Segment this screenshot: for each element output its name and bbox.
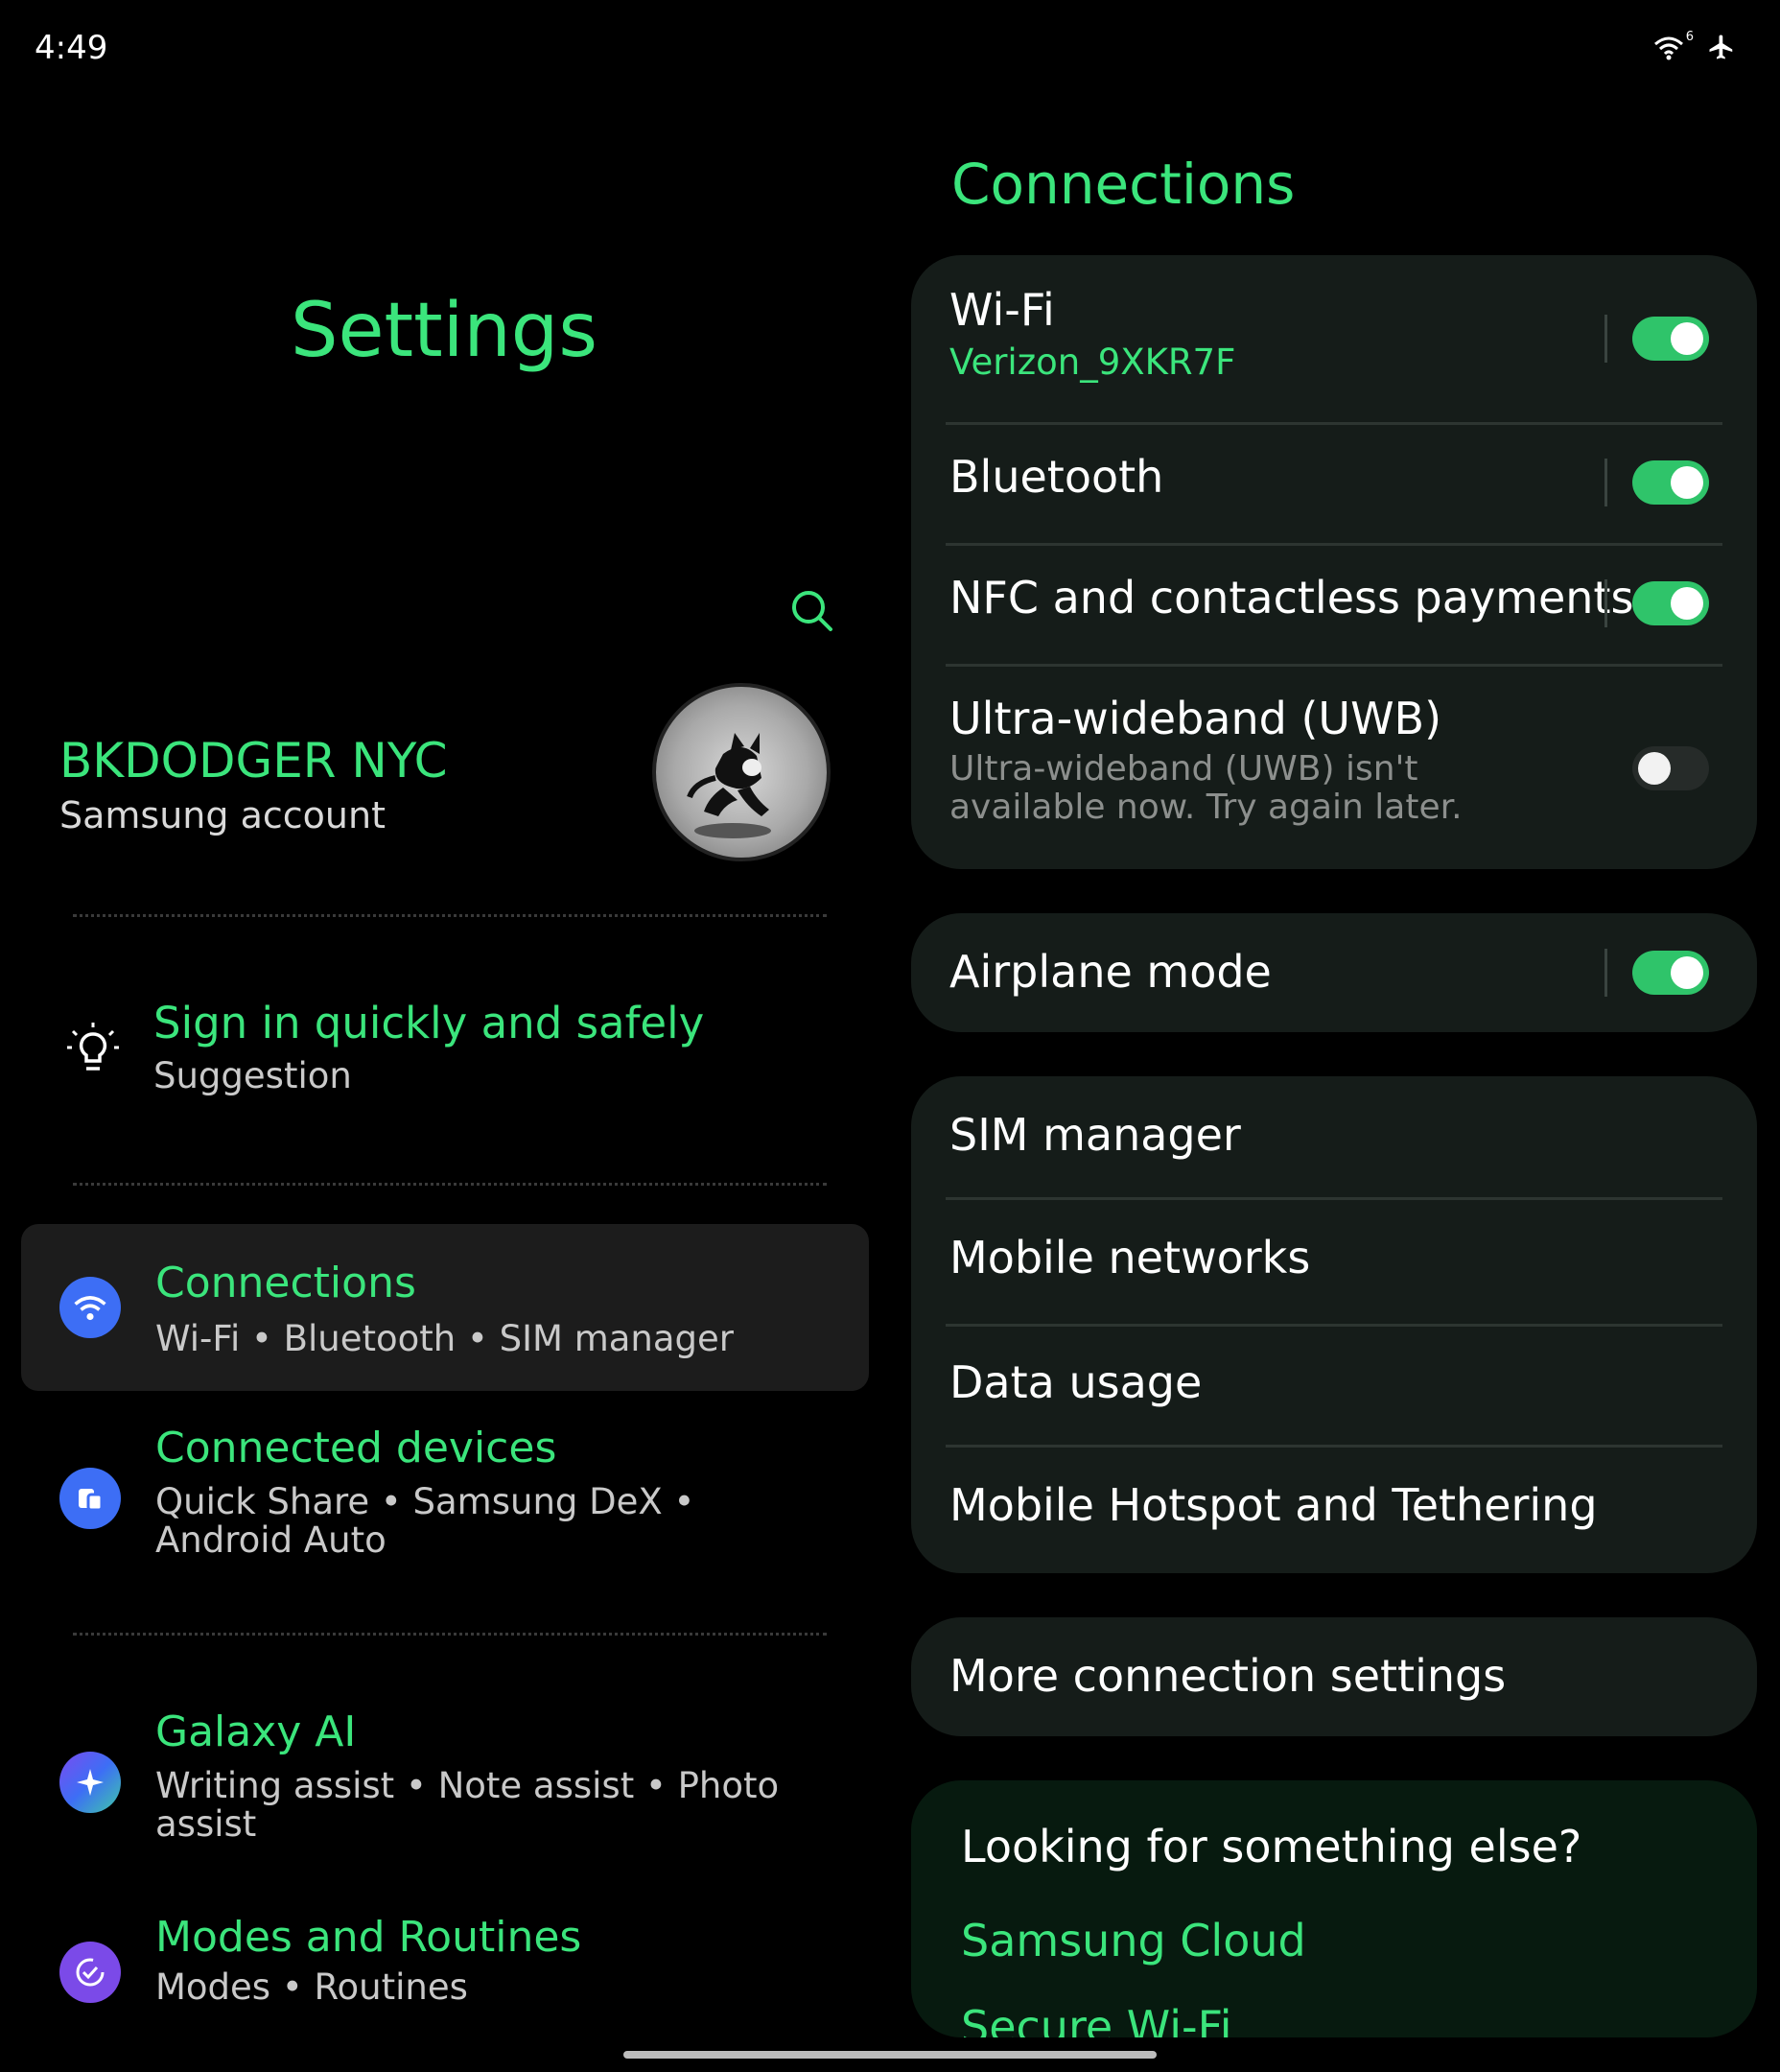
search-button[interactable] — [786, 585, 838, 637]
divider — [946, 664, 1722, 667]
data-usage-label: Data usage — [949, 1356, 1203, 1408]
status-time: 4:49 — [35, 29, 108, 67]
search-icon — [792, 591, 832, 631]
divider — [946, 1445, 1722, 1448]
bluetooth-row[interactable]: Bluetooth — [949, 451, 1719, 503]
menu-item-galaxy-ai[interactable]: Galaxy AI Writing assist • Note assist •… — [21, 1707, 869, 1851]
hotspot-label: Mobile Hotspot and Tethering — [949, 1479, 1598, 1531]
airplane-card[interactable]: Airplane mode — [911, 913, 1757, 1032]
account-subtitle: Samsung account — [59, 794, 386, 836]
divider — [946, 543, 1722, 546]
hotspot-row[interactable]: Mobile Hotspot and Tethering — [949, 1479, 1719, 1531]
uwb-row: Ultra-wideband (UWB) Ultra-wideband (UWB… — [949, 693, 1546, 827]
mobile-networks-label: Mobile networks — [949, 1232, 1311, 1283]
sparkle-icon — [59, 1752, 121, 1813]
cat-avatar-icon — [687, 733, 771, 838]
check-circle-icon — [59, 1942, 121, 2003]
more-connection-settings-label: More connection settings — [949, 1650, 1507, 1702]
divider — [73, 1633, 827, 1636]
suggestion-title[interactable]: Sign in quickly and safely — [153, 998, 704, 1048]
wifi-toggle[interactable] — [1632, 317, 1709, 361]
connections-toggles-card: Wi-Fi Verizon_9XKR7F Bluetooth NFC and c… — [911, 255, 1757, 869]
samsung-cloud-link[interactable]: Samsung Cloud — [961, 1915, 1306, 1966]
mobile-networks-row: Mobile networks — [949, 1232, 1719, 1283]
connected-devices-icon — [59, 1468, 121, 1529]
row-separator — [1604, 315, 1607, 363]
menu-item-subtitle: Writing assist • Note assist • Photo ass… — [155, 1765, 780, 1845]
bluetooth-toggle[interactable] — [1632, 460, 1709, 505]
status-icons: 6 — [1653, 30, 1736, 65]
divider — [946, 1324, 1722, 1327]
airplane-status-icon — [1707, 33, 1736, 65]
row-separator — [1604, 459, 1607, 506]
airplane-toggle[interactable] — [1632, 951, 1709, 995]
divider — [946, 1197, 1722, 1200]
nfc-label: NFC and contactless payments — [949, 572, 1634, 624]
more-connection-settings-row[interactable]: More connection settings — [949, 1650, 1719, 1702]
menu-item-subtitle: Quick Share • Samsung DeX • Android Auto — [155, 1481, 695, 1561]
bluetooth-label: Bluetooth — [949, 451, 1164, 503]
wifi-status-icon: 6 — [1653, 30, 1694, 62]
looking-card: Looking for something else? Samsung Clou… — [911, 1780, 1757, 2037]
wifi-row[interactable]: Wi-Fi Verizon_9XKR7F — [949, 284, 1719, 418]
divider — [946, 422, 1722, 425]
sim-manager-row[interactable]: SIM manager — [949, 1109, 1719, 1161]
wifi-network-name: Verizon_9XKR7F — [949, 341, 1236, 383]
looking-title: Looking for something else? — [961, 1821, 1582, 1872]
data-usage-row[interactable]: Data usage — [949, 1356, 1719, 1408]
nfc-row[interactable]: NFC and contactless payments — [949, 572, 1719, 624]
sim-card: SIM manager Mobile networks Data usage M… — [911, 1076, 1757, 1573]
menu-item-modes-routines[interactable]: Modes and Routines Modes • Routines — [21, 1913, 869, 2028]
avatar[interactable] — [652, 683, 831, 861]
wifi-icon — [59, 1277, 121, 1338]
more-connection-settings-card[interactable]: More connection settings — [911, 1617, 1757, 1736]
uwb-toggle — [1632, 746, 1709, 790]
nfc-toggle[interactable] — [1632, 581, 1709, 625]
menu-item-title: Connected devices — [155, 1424, 557, 1472]
airplane-row[interactable]: Airplane mode — [949, 946, 1719, 998]
row-separator — [1604, 579, 1607, 627]
menu-item-connected-devices[interactable]: Connected devices Quick Share • Samsung … — [21, 1424, 869, 1567]
account-name[interactable]: BKDODGER NYC — [59, 733, 448, 789]
suggestion-subtitle: Suggestion — [153, 1055, 352, 1096]
menu-item-title: Galaxy AI — [155, 1707, 357, 1756]
divider — [73, 914, 827, 917]
secure-wifi-link[interactable]: Secure Wi-Fi — [961, 2001, 1232, 2037]
menu-item-subtitle: Wi-Fi • Bluetooth • SIM manager — [155, 1318, 735, 1359]
home-indicator[interactable] — [623, 2051, 1157, 2059]
menu-item-title: Modes and Routines — [155, 1913, 582, 1962]
row-separator — [1604, 949, 1607, 997]
wifi-label: Wi-Fi — [949, 284, 1055, 336]
uwb-label: Ultra-wideband (UWB) — [949, 693, 1442, 744]
sim-manager-label: SIM manager — [949, 1109, 1241, 1161]
page-title: Settings — [291, 288, 597, 374]
menu-item-title: Connections — [155, 1259, 416, 1307]
wifi-badge: 6 — [1685, 30, 1694, 44]
airplane-label: Airplane mode — [949, 946, 1272, 998]
panel-title: Connections — [951, 152, 1296, 217]
lightbulb-icon — [65, 1021, 121, 1082]
menu-item-connections[interactable]: Connections Wi-Fi • Bluetooth • SIM mana… — [21, 1224, 869, 1391]
uwb-subtitle: Ultra-wideband (UWB) isn't available now… — [949, 749, 1463, 827]
divider — [73, 1183, 827, 1186]
menu-item-subtitle: Modes • Routines — [155, 1966, 468, 2008]
